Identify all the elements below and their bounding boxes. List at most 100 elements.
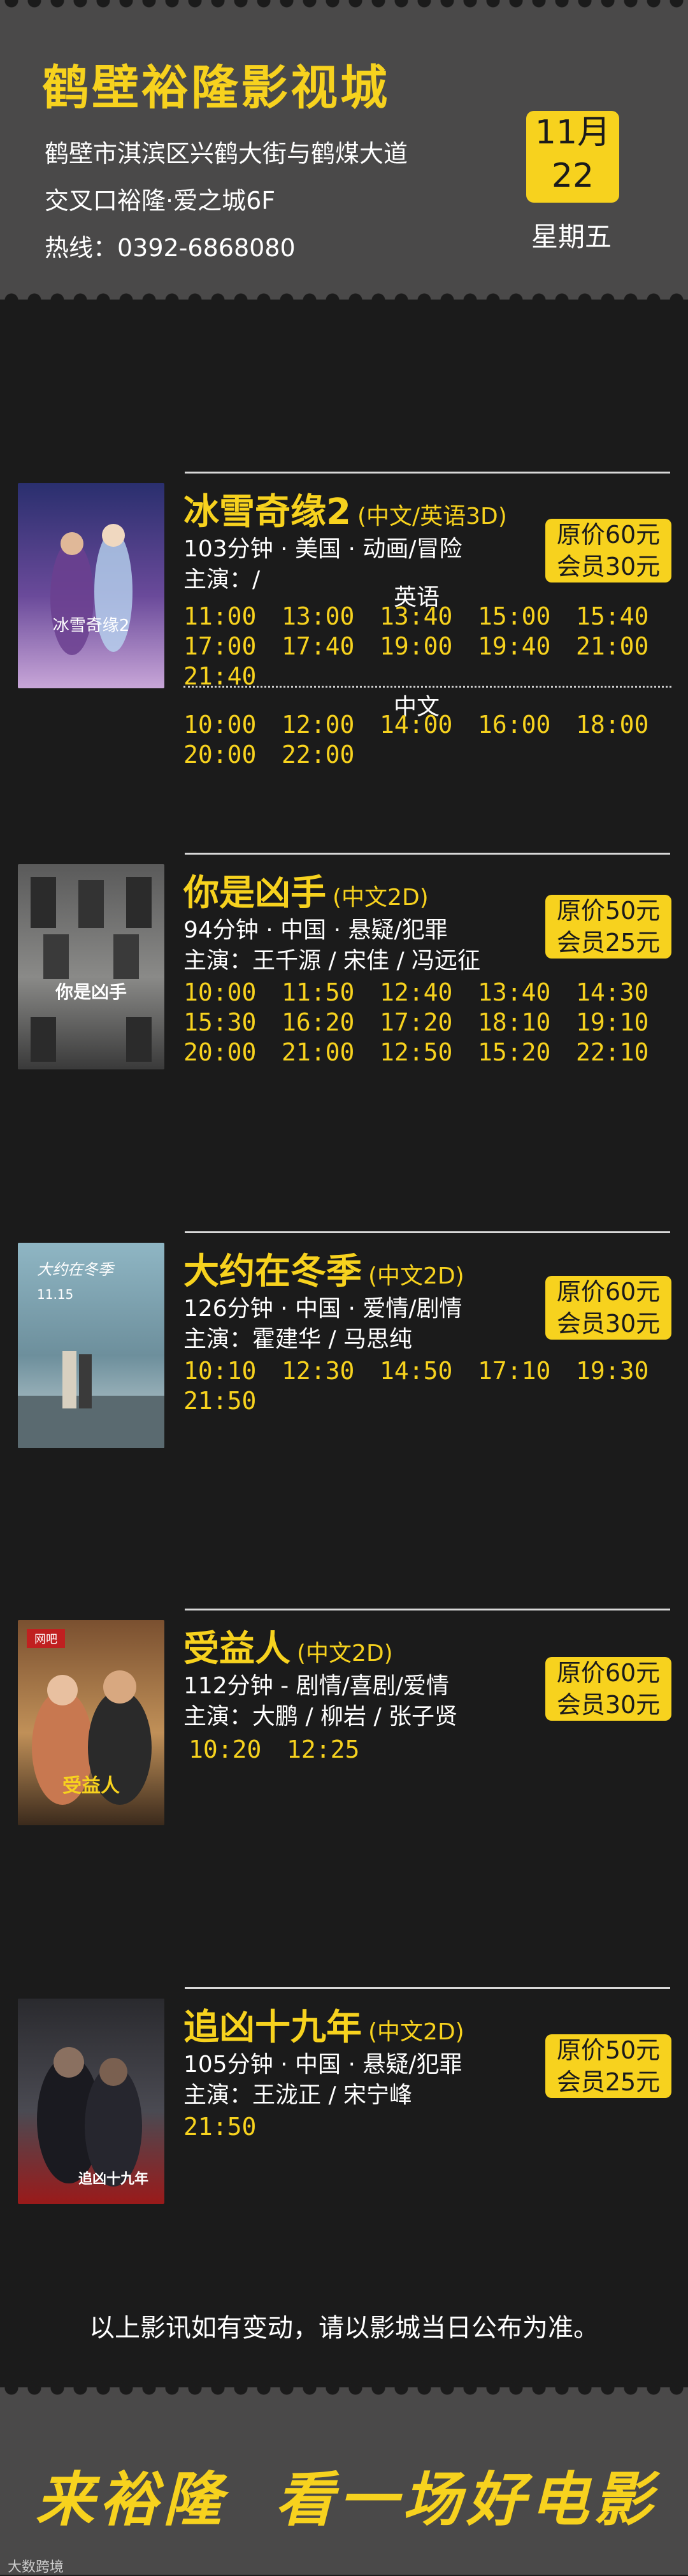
showtime[interactable]: 16:00	[478, 710, 576, 740]
showtime[interactable]: 22:00	[282, 740, 380, 770]
price-member: 会员25元	[556, 929, 661, 957]
showtime[interactable]: 17:00	[183, 632, 282, 662]
price-original: 原价50元	[556, 2036, 661, 2064]
movie-info: 126分钟 · 中国 · 爱情/剧情	[183, 1296, 462, 1322]
showtime[interactable]: 20:00	[183, 1038, 282, 1067]
showtime[interactable]: 13:40	[478, 978, 576, 1008]
divider	[185, 1609, 670, 1610]
movie-info: 103分钟 · 美国 · 动画/冒险	[183, 536, 462, 562]
showtime[interactable]: 10:20	[189, 1735, 287, 1765]
showtime[interactable]: 17:10	[478, 1356, 576, 1386]
showtime[interactable]: 21:00	[576, 632, 674, 662]
showtime[interactable]: 17:20	[380, 1008, 478, 1038]
price-member: 会员30元	[556, 1310, 661, 1338]
slogan-right: 看一场好电影	[275, 2465, 658, 2534]
showtime[interactable]: 18:10	[478, 1008, 576, 1038]
showtime[interactable]: 12:25	[287, 1735, 385, 1765]
movie-title: 冰雪奇缘2 (中文/英语3D)	[183, 483, 507, 535]
showtime[interactable]: 14:50	[380, 1356, 478, 1386]
movie-card[interactable]: 冰雪奇缘2 冰雪奇缘2 (中文/英语3D) 103分钟 · 美国 · 动画/冒险 …	[0, 472, 688, 769]
showtimes-english: 11:00 13:00 13:40 15:00 15:40 17:00 17:40 19:00…	[183, 602, 680, 691]
showtime[interactable]: 14:00	[380, 710, 478, 740]
movie-card[interactable]: 追凶十九年 追凶十九年 (中文2D) 105分钟 · 中国 · 悬疑/犯罪 主演：…	[0, 1987, 688, 2229]
showtime[interactable]: 15:00	[478, 602, 576, 632]
showtime[interactable]: 10:00	[183, 710, 282, 740]
movie-title-text: 追凶十九年	[183, 2007, 362, 2048]
movie-title: 你是凶手 (中文2D)	[183, 864, 429, 916]
showtime[interactable]: 19:30	[576, 1356, 674, 1386]
divider	[185, 1231, 670, 1233]
showtime[interactable]: 15:20	[478, 1038, 576, 1067]
movie-title-text: 受益人	[183, 1628, 290, 1670]
showtime[interactable]: 12:00	[282, 710, 380, 740]
schedule-notice: 以上影讯如有变动，请以影城当日公布为准。	[89, 2313, 599, 2343]
showtime[interactable]: 21:00	[282, 1038, 380, 1067]
showtime[interactable]: 12:40	[380, 978, 478, 1008]
movie-poster[interactable]: 你是凶手	[18, 864, 164, 1069]
movie-title-text: 你是凶手	[183, 872, 326, 914]
movie-format: (中文2D)	[297, 1640, 393, 1667]
showtime[interactable]: 21:50	[183, 1386, 282, 1416]
movie-card[interactable]: 你是凶手 你是凶手 (中文2D) 94分钟 · 中国 · 悬疑/犯罪 主演：王千源…	[0, 853, 688, 1108]
showtime[interactable]: 13:40	[380, 602, 478, 632]
divider	[185, 1987, 670, 1989]
movie-poster[interactable]: 冰雪奇缘2	[18, 483, 164, 688]
showtime[interactable]: 12:30	[282, 1356, 380, 1386]
divider	[185, 853, 670, 855]
showtime[interactable]: 20:00	[183, 740, 282, 770]
hotline: 热线：0392-6868080	[45, 234, 296, 262]
slogan-left: 来裕隆	[36, 2465, 227, 2534]
showtime[interactable]: 10:00	[183, 978, 282, 1008]
showtimes-chinese: 10:00 12:00 14:00 16:00 18:00 20:00 22:00	[183, 710, 680, 770]
poster-title: 受益人	[62, 1775, 120, 1797]
showtime[interactable]: 14:30	[576, 978, 674, 1008]
ticket-perforation-top	[0, 0, 688, 10]
divider	[185, 472, 670, 474]
address-line-2: 交叉口裕隆·爱之城6F	[45, 187, 276, 215]
date-day: 22	[551, 157, 594, 195]
showtime[interactable]: 19:00	[380, 632, 478, 662]
movie-poster[interactable]: 网吧 受益人	[18, 1620, 164, 1825]
showtime[interactable]: 12:50	[380, 1038, 478, 1067]
price-original: 原价50元	[556, 897, 661, 925]
showtime[interactable]: 19:40	[478, 632, 576, 662]
price-original: 原价60元	[556, 1278, 661, 1306]
movie-title-text: 大约在冬季	[183, 1251, 362, 1292]
cinema-header: 鹤壁裕隆影视城 鹤壁市淇滨区兴鹤大街与鹤煤大道 交叉口裕隆·爱之城6F 热线：0…	[0, 0, 688, 310]
price-badge: 原价50元 会员25元	[545, 2034, 671, 2098]
showtime[interactable]: 19:10	[576, 1008, 674, 1038]
showtime[interactable]: 22:10	[576, 1038, 674, 1067]
showtime[interactable]: 15:40	[576, 602, 674, 632]
showtime[interactable]: 17:40	[282, 632, 380, 662]
movie-cast: 主演：王千源 / 宋佳 / 冯远征	[183, 948, 481, 974]
movie-poster[interactable]: 追凶十九年	[18, 1999, 164, 2204]
showtime[interactable]: 18:00	[576, 710, 674, 740]
watermark: 大数跨境	[8, 2559, 64, 2575]
showtime[interactable]: 16:20	[282, 1008, 380, 1038]
movie-format: (中文/英语3D)	[357, 503, 507, 530]
showtime[interactable]: 11:00	[183, 602, 282, 632]
showtime[interactable]: 21:50	[183, 2112, 282, 2142]
date-month: 11月	[534, 113, 611, 152]
price-member: 会员30元	[556, 553, 661, 581]
cinema-name: 鹤壁裕隆影视城	[42, 61, 390, 115]
address-line-1: 鹤壁市淇滨区兴鹤大街与鹤煤大道	[45, 140, 408, 168]
weekday: 星期五	[531, 221, 612, 252]
movie-poster[interactable]: 大约在冬季 11.15	[18, 1243, 164, 1448]
showtime[interactable]: 11:50	[282, 978, 380, 1008]
showtime[interactable]: 10:10	[183, 1356, 282, 1386]
movie-info: 94分钟 · 中国 · 悬疑/犯罪	[183, 917, 448, 943]
poster-title: 你是凶手	[55, 981, 127, 1002]
movie-card[interactable]: 大约在冬季 11.15 大约在冬季 (中文2D) 126分钟 · 中国 · 爱情/…	[0, 1231, 688, 1473]
movie-card[interactable]: 网吧 受益人 受益人 (中文2D) 112分钟 - 剧情/喜剧/爱情 主演：大鹏 …	[0, 1609, 688, 1851]
showtime[interactable]: 15:30	[183, 1008, 282, 1038]
movie-title: 受益人 (中文2D)	[183, 1620, 393, 1672]
showtime[interactable]: 13:00	[282, 602, 380, 632]
price-member: 会员25元	[556, 2068, 661, 2096]
poster-title: 追凶十九年	[78, 2171, 148, 2187]
price-badge: 原价60元 会员30元	[545, 519, 671, 582]
price-badge: 原价60元 会员30元	[545, 1276, 671, 1340]
ticket-perforation-top	[0, 2378, 688, 2398]
movie-title: 追凶十九年 (中文2D)	[183, 1999, 464, 2050]
price-original: 原价60元	[556, 1659, 661, 1687]
